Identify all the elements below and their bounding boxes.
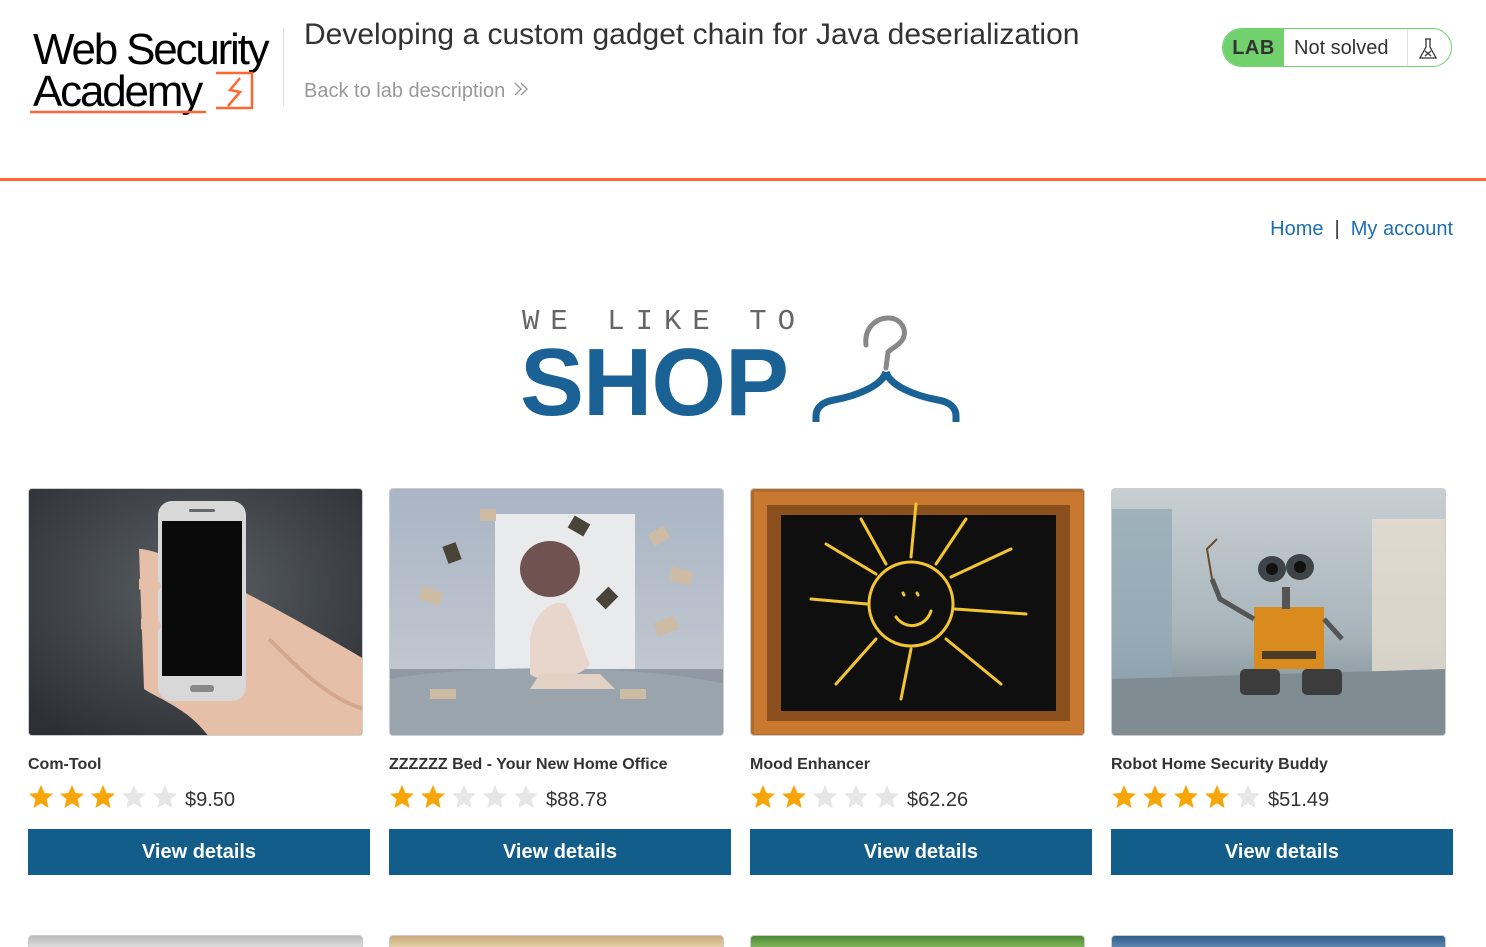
- star-empty-icon: [121, 784, 152, 815]
- star-empty-icon: [152, 784, 183, 815]
- lab-status-widget: LAB Not solved: [1222, 28, 1452, 67]
- product-card: Mood Enhancer $62.26 View details: [750, 488, 1092, 875]
- star-empty-icon: [1235, 784, 1266, 815]
- star-empty-icon: [451, 784, 482, 815]
- product-name: ZZZZZZ Bed - Your New Home Office: [389, 756, 668, 773]
- star-filled-icon: [1204, 784, 1235, 815]
- star-filled-icon: [28, 784, 59, 815]
- star-empty-icon: [482, 784, 513, 815]
- product-image-phone: [28, 488, 363, 736]
- product-price: $62.26: [907, 789, 969, 811]
- product-rating: [389, 784, 544, 810]
- view-details-button[interactable]: View details: [1111, 829, 1453, 875]
- product-price: $9.50: [185, 789, 236, 811]
- academy-header: Web Security Academy Developing a custom…: [0, 0, 1486, 181]
- product-image-robot: [1111, 488, 1446, 736]
- product-image-bed: [389, 488, 724, 736]
- product-name: Com-Tool: [28, 756, 102, 773]
- star-filled-icon: [1173, 784, 1204, 815]
- my-account-link[interactable]: My account: [1351, 218, 1453, 240]
- web-security-academy-logo[interactable]: Web Security Academy: [30, 26, 280, 118]
- status-separator: [1407, 29, 1408, 66]
- view-details-button[interactable]: View details: [28, 829, 370, 875]
- product-rating: [28, 784, 183, 810]
- back-link-label: Back to lab description: [304, 80, 506, 102]
- lab-status-text: Not solved: [1294, 37, 1389, 59]
- double-chevron-right-icon: [513, 80, 529, 103]
- star-filled-icon: [1142, 784, 1173, 815]
- star-filled-icon: [90, 784, 121, 815]
- product-card: Com-Tool $9.50 View details: [28, 488, 370, 875]
- product-image-chalkboard-sun: [750, 488, 1085, 736]
- flask-icon: [1415, 36, 1441, 66]
- star-filled-icon: [59, 784, 90, 815]
- star-filled-icon: [420, 784, 451, 815]
- star-filled-icon: [389, 784, 420, 815]
- header-divider: [283, 28, 284, 106]
- star-empty-icon: [812, 784, 843, 815]
- logo-lightning-icon: [30, 71, 254, 114]
- product-image-partial: [1111, 935, 1446, 947]
- product-rating: [750, 784, 905, 810]
- star-empty-icon: [843, 784, 874, 815]
- view-details-button[interactable]: View details: [750, 829, 1092, 875]
- star-filled-icon: [781, 784, 812, 815]
- star-empty-icon: [513, 784, 544, 815]
- top-navigation: Home | My account: [1270, 218, 1453, 241]
- star-empty-icon: [874, 784, 905, 815]
- shop-banner: WE LIKE TO SHOP: [520, 305, 970, 431]
- product-price: $51.49: [1268, 789, 1330, 811]
- product-rating: [1111, 784, 1266, 810]
- star-filled-icon: [1111, 784, 1142, 815]
- home-link[interactable]: Home: [1270, 218, 1323, 240]
- nav-separator: |: [1334, 218, 1340, 240]
- product-image-partial: [750, 935, 1085, 947]
- product-card: ZZZZZZ Bed - Your New Home Office $88.78…: [389, 488, 731, 875]
- product-image-partial: [389, 935, 724, 947]
- banner-headline: SHOP: [520, 329, 789, 436]
- lab-badge: LAB: [1223, 29, 1284, 66]
- product-name: Mood Enhancer: [750, 756, 871, 773]
- coat-hanger-icon: [812, 315, 960, 422]
- product-price: $88.78: [546, 789, 608, 811]
- lab-title: Developing a custom gadget chain for Jav…: [304, 18, 1080, 51]
- product-card: Robot Home Security Buddy $51.49 View de…: [1111, 488, 1453, 875]
- star-filled-icon: [750, 784, 781, 815]
- view-details-button[interactable]: View details: [389, 829, 731, 875]
- back-to-lab-description-link[interactable]: Back to lab description: [304, 80, 529, 103]
- product-image-partial: [28, 935, 363, 947]
- product-name: Robot Home Security Buddy: [1111, 756, 1328, 773]
